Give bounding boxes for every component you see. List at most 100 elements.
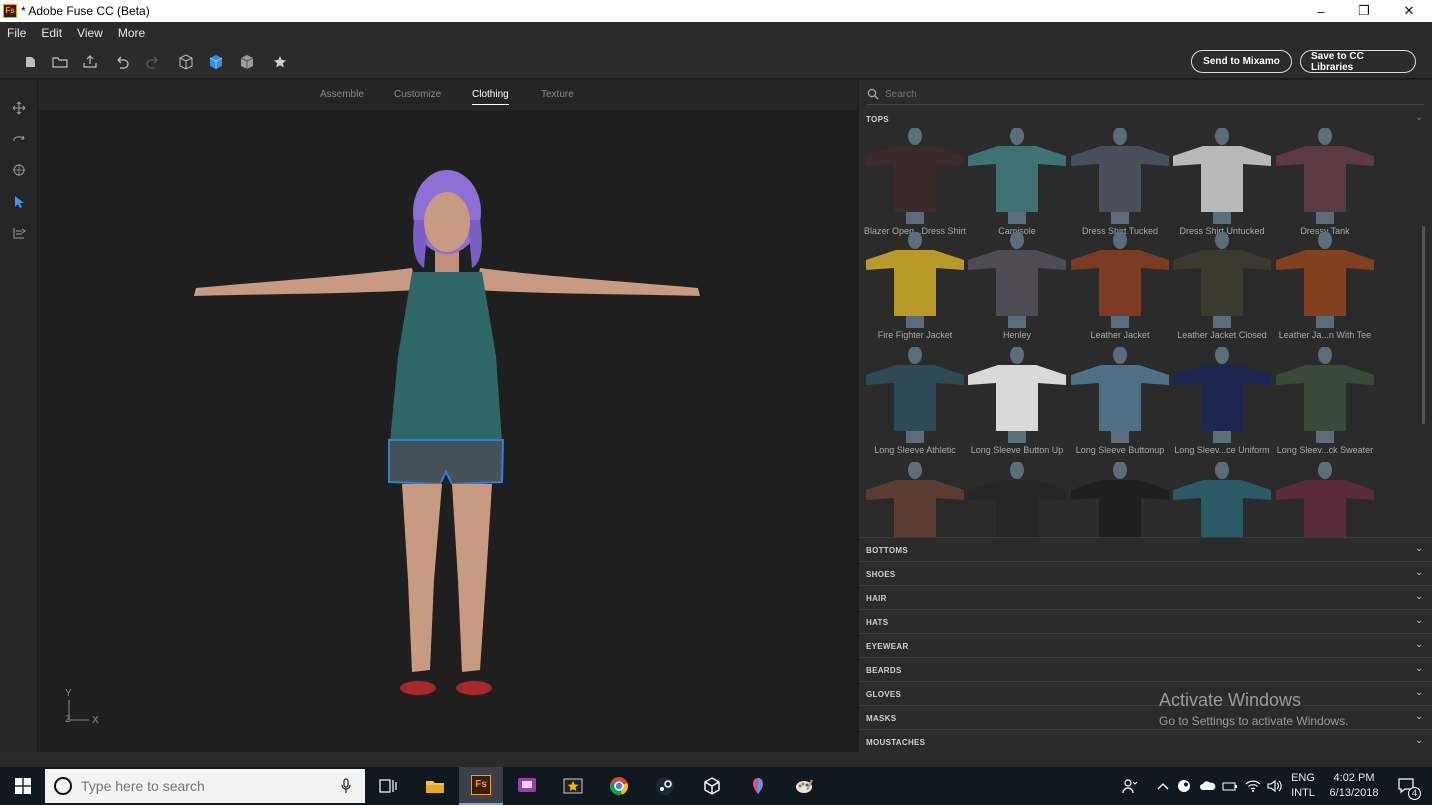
category-row-eyewear[interactable]: EYEWEAR ⌄ xyxy=(859,633,1432,657)
steam-tray-icon[interactable] xyxy=(1174,767,1194,805)
clothing-item[interactable]: Long Sleev...ce Uniform xyxy=(1171,347,1273,462)
clothing-garment xyxy=(1071,146,1169,212)
category-row-moustaches[interactable]: MOUSTACHES ⌄ xyxy=(859,729,1432,753)
clothing-garment xyxy=(866,365,964,431)
clothing-item[interactable]: Relaxed Racerback Tank xyxy=(1171,462,1273,537)
clothing-item-label: Long Sleeve Button Up xyxy=(970,445,1064,455)
clothing-garment xyxy=(1173,480,1271,537)
select-cursor-icon[interactable] xyxy=(9,192,29,212)
undo-icon[interactable] xyxy=(112,52,132,72)
menu-more[interactable]: More xyxy=(111,26,153,40)
category-row-hair[interactable]: HAIR ⌄ xyxy=(859,585,1432,609)
category-row-beards[interactable]: BEARDS ⌄ xyxy=(859,657,1432,681)
movie-maker-icon[interactable] xyxy=(551,767,595,805)
title-bar: Fs * Adobe Fuse CC (Beta) – ❐ ✕ xyxy=(0,0,1432,22)
menu-edit[interactable]: Edit xyxy=(34,26,70,40)
clothing-item[interactable]: Camisole xyxy=(966,128,1068,243)
clothing-thumbnail xyxy=(866,462,964,537)
file-explorer-icon[interactable] xyxy=(413,767,457,805)
clothing-item[interactable]: Leather Ja...n With Tee xyxy=(1274,232,1376,347)
taskbar-search-input[interactable] xyxy=(81,778,321,794)
wireframe-cube-icon[interactable] xyxy=(176,52,196,72)
pose-icon[interactable] xyxy=(9,223,29,243)
adobe-fuse-taskbar-icon[interactable]: Fs xyxy=(459,767,503,805)
clothing-item[interactable]: Moto Jacket Closed xyxy=(864,462,966,537)
menu-view[interactable]: View xyxy=(70,26,111,40)
move-icon[interactable] xyxy=(9,98,29,118)
clothing-item[interactable]: Dressy Tank xyxy=(1274,128,1376,243)
taskbar-search[interactable] xyxy=(45,769,365,803)
clothing-item[interactable]: Long Sleeve Athletic xyxy=(864,347,966,462)
tops-section-title[interactable]: TOPS xyxy=(866,115,889,124)
clothing-thumbnail xyxy=(1071,462,1169,537)
focus-icon[interactable] xyxy=(9,160,29,180)
chevron-down-icon: ⌄ xyxy=(1415,711,1424,722)
onedrive-icon[interactable] xyxy=(1198,767,1218,805)
export-icon[interactable] xyxy=(80,52,100,72)
clothing-item[interactable]: Long Sleeve Buttonup xyxy=(1069,347,1171,462)
paint3d-icon[interactable] xyxy=(736,767,780,805)
solid-cube-icon[interactable] xyxy=(237,52,257,72)
save-to-cc-libraries-button[interactable]: Save to CC Libraries xyxy=(1300,50,1416,73)
category-row-bottoms[interactable]: BOTTOMS ⌄ xyxy=(859,537,1432,561)
clothing-thumbnail xyxy=(968,128,1066,224)
redo-icon[interactable] xyxy=(143,52,163,72)
clock-time: 4:02 PM xyxy=(1333,772,1375,784)
clothing-item[interactable]: Dress Shirt Untucked xyxy=(1171,128,1273,243)
axis-indicator: Y Z X xyxy=(60,686,110,732)
window-title: * Adobe Fuse CC (Beta) xyxy=(21,4,150,18)
clothing-item[interactable]: Leather Jacket xyxy=(1069,232,1171,347)
search-input[interactable] xyxy=(885,88,1405,100)
paint-app-icon[interactable] xyxy=(782,767,826,805)
tray-expand-icon[interactable] xyxy=(1154,767,1172,805)
minimize-button[interactable]: – xyxy=(1298,0,1344,22)
clothing-item[interactable]: Relaxed Tank xyxy=(1274,462,1376,537)
clothing-item[interactable]: Fire Fighter Jacket xyxy=(864,232,966,347)
tops-chevron-icon[interactable]: ⌄ xyxy=(1415,112,1423,123)
clothing-item-label: Leather Jacket xyxy=(1090,330,1150,340)
battery-icon[interactable] xyxy=(1220,767,1240,805)
send-to-mixamo-button[interactable]: Send to Mixamo xyxy=(1191,50,1292,73)
clothing-item[interactable]: Leather Jacket Closed xyxy=(1171,232,1273,347)
tab-clothing[interactable]: Clothing xyxy=(472,89,509,105)
maximize-button[interactable]: ❐ xyxy=(1341,0,1387,22)
task-view-icon[interactable] xyxy=(366,767,410,805)
clothing-item[interactable]: Dress Shirt Tucked xyxy=(1069,128,1171,243)
clothing-thumbnail xyxy=(1071,128,1169,224)
unity-icon[interactable] xyxy=(690,767,734,805)
chrome-icon[interactable] xyxy=(597,767,641,805)
panel-scrollbar-thumb[interactable] xyxy=(1422,226,1425,424)
favorite-star-icon[interactable] xyxy=(270,52,290,72)
tab-assemble[interactable]: Assemble xyxy=(320,89,364,100)
open-folder-icon[interactable] xyxy=(50,52,70,72)
clothing-garment xyxy=(1071,250,1169,316)
rotate-icon[interactable] xyxy=(9,129,29,149)
category-row-shoes[interactable]: SHOES ⌄ xyxy=(859,561,1432,585)
clothing-item[interactable]: Moto Jacke...d With Tee xyxy=(966,462,1068,537)
clothing-item[interactable]: Blazer Open...Dress Shirt xyxy=(864,128,966,243)
close-button[interactable]: ✕ xyxy=(1386,0,1432,22)
clothing-item[interactable]: Open Jacket xyxy=(1069,462,1171,537)
volume-icon[interactable] xyxy=(1265,767,1285,805)
tab-texture[interactable]: Texture xyxy=(541,89,574,100)
clock[interactable]: 4:02 PM 6/13/2018 xyxy=(1322,767,1386,805)
category-row-hats[interactable]: HATS ⌄ xyxy=(859,609,1432,633)
clothing-item[interactable]: Long Sleeve Button Up xyxy=(966,347,1068,462)
menu-file[interactable]: File xyxy=(0,26,34,40)
character-model[interactable] xyxy=(180,160,720,710)
wifi-icon[interactable] xyxy=(1243,767,1263,805)
media-app-icon[interactable] xyxy=(505,767,549,805)
clothing-item[interactable]: Long Sleev...ck Sweater xyxy=(1274,347,1376,462)
tab-customize[interactable]: Customize xyxy=(394,89,441,100)
notifications-icon[interactable]: 4 xyxy=(1390,767,1424,805)
shaded-cube-icon[interactable] xyxy=(206,52,226,72)
microphone-icon[interactable] xyxy=(340,778,352,794)
people-icon[interactable] xyxy=(1118,767,1142,805)
steam-icon[interactable] xyxy=(643,767,687,805)
start-button[interactable] xyxy=(0,767,45,805)
clothing-item[interactable]: Henley xyxy=(966,232,1068,347)
language-indicator[interactable]: ENG INTL xyxy=(1286,767,1320,805)
new-file-icon[interactable] xyxy=(20,52,40,72)
clothing-item-label: Long Sleeve Buttonup xyxy=(1075,445,1165,455)
category-label: HAIR xyxy=(866,594,887,603)
